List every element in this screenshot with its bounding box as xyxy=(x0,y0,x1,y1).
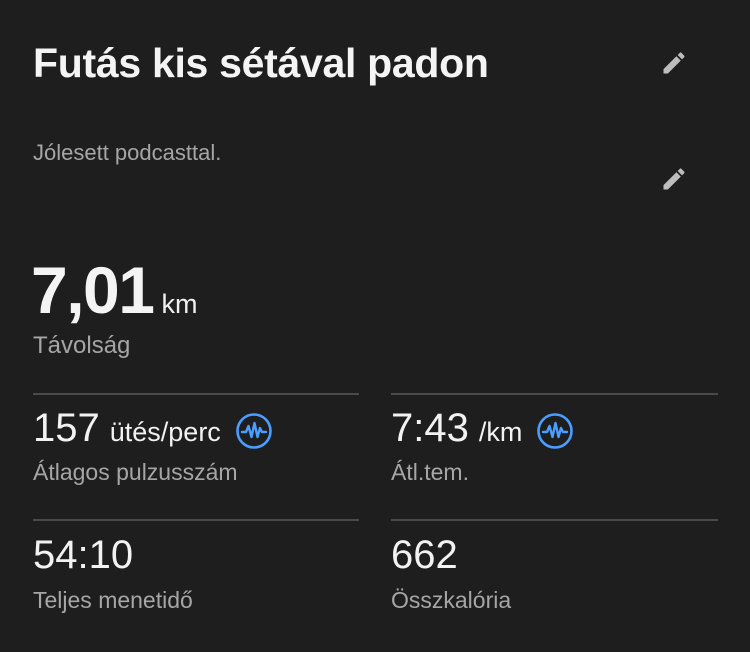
avg-heart-rate-value-group: 157 ütés/perc xyxy=(33,406,273,451)
distance-value-group: 7,01 km xyxy=(31,252,197,328)
divider xyxy=(391,393,718,395)
avg-pace-value-group: 7:43 /km xyxy=(391,406,574,451)
total-time-value-group: 54:10 xyxy=(33,533,133,578)
avg-heart-rate-value: 157 xyxy=(33,406,100,450)
total-calories-label: Összkalória xyxy=(391,587,512,613)
avg-pace-value: 7:43 xyxy=(391,406,469,450)
heart-rate-chart-icon[interactable] xyxy=(235,412,273,450)
activity-title: Futás kis sétával padon xyxy=(33,40,489,86)
distance-value: 7,01 xyxy=(31,253,155,327)
avg-pace-unit: /km xyxy=(478,417,523,447)
avg-heart-rate-label: Átlagos pulzusszám xyxy=(33,459,238,485)
distance-unit: km xyxy=(161,289,198,319)
edit-notes-button[interactable] xyxy=(656,161,692,197)
pencil-icon xyxy=(663,52,685,74)
avg-heart-rate-unit: ütés/perc xyxy=(109,417,221,447)
divider xyxy=(391,519,718,521)
total-calories-value-group: 662 xyxy=(391,533,458,578)
edit-title-button[interactable] xyxy=(656,45,692,81)
distance-label: Távolság xyxy=(33,332,131,359)
total-time-value: 54:10 xyxy=(33,533,134,577)
divider xyxy=(33,519,359,521)
pace-chart-icon[interactable] xyxy=(536,412,574,450)
activity-notes: Jólesett podcasttal. xyxy=(33,140,222,165)
total-calories-value: 662 xyxy=(391,533,458,577)
divider xyxy=(33,393,359,395)
avg-pace-label: Átl.tem. xyxy=(391,459,469,485)
total-time-label: Teljes menetidő xyxy=(33,587,193,613)
pencil-icon xyxy=(663,168,685,190)
